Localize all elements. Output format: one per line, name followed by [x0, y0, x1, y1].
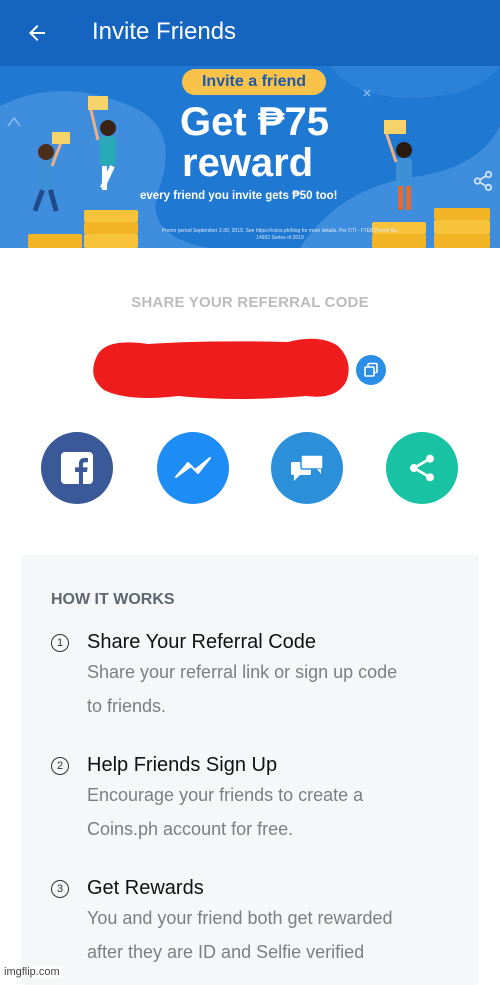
step-desc-line: after they are ID and Selfie verified: [87, 942, 365, 962]
banner-headline-1: Get ₱75: [180, 100, 329, 144]
app-bar: Invite Friends: [0, 0, 500, 66]
banner-headline-2: reward: [182, 141, 314, 185]
step-desc-line: You and your friend both get rewarded: [87, 908, 393, 928]
step-desc-line: Share your referral link or sign up code: [87, 662, 398, 682]
step-desc-line: Coins.ph account for free.: [87, 819, 294, 839]
referral-code-redacted: [93, 338, 349, 399]
messenger-icon: [175, 457, 211, 478]
how-it-works-title: HOW IT WORKS: [51, 591, 175, 608]
step-title: Get Rewards: [87, 877, 204, 899]
step-title: Help Friends Sign Up: [87, 754, 278, 776]
step-desc-line: to friends.: [87, 696, 167, 716]
share-icon: [410, 454, 434, 482]
chat-icon: [291, 454, 324, 481]
sms-share-button[interactable]: [271, 432, 343, 504]
facebook-icon: [61, 452, 93, 484]
banner-subline: every friend you invite gets ₱50 too!: [140, 190, 338, 202]
arrow-left-icon: [29, 25, 45, 41]
step-title: Share Your Referral Code: [87, 631, 317, 653]
banner-fineprint: Promo period September 2-30, 2019. See h…: [161, 228, 399, 241]
step-number: 2: [51, 757, 69, 775]
copy-icon: [364, 362, 378, 377]
messenger-share-button[interactable]: [157, 432, 229, 504]
step-number: 3: [51, 880, 69, 898]
page-title: Invite Friends: [92, 18, 237, 45]
back-button[interactable]: [22, 18, 52, 48]
share-icon: [473, 170, 493, 192]
invite-pill: Invite a friend: [182, 69, 326, 95]
step-number: 1: [51, 634, 69, 652]
facebook-share-button[interactable]: [41, 432, 113, 504]
copy-code-button[interactable]: [356, 355, 386, 385]
more-share-button[interactable]: [386, 432, 458, 504]
banner-share-button[interactable]: [472, 170, 494, 192]
step-desc-line: Encourage your friends to create a: [87, 785, 364, 805]
referral-code-label: SHARE YOUR REFERRAL CODE: [131, 294, 369, 311]
watermark: imgflip.com: [2, 966, 62, 978]
how-it-works-card: HOW IT WORKS 1 Share Your Referral Code …: [21, 555, 479, 985]
